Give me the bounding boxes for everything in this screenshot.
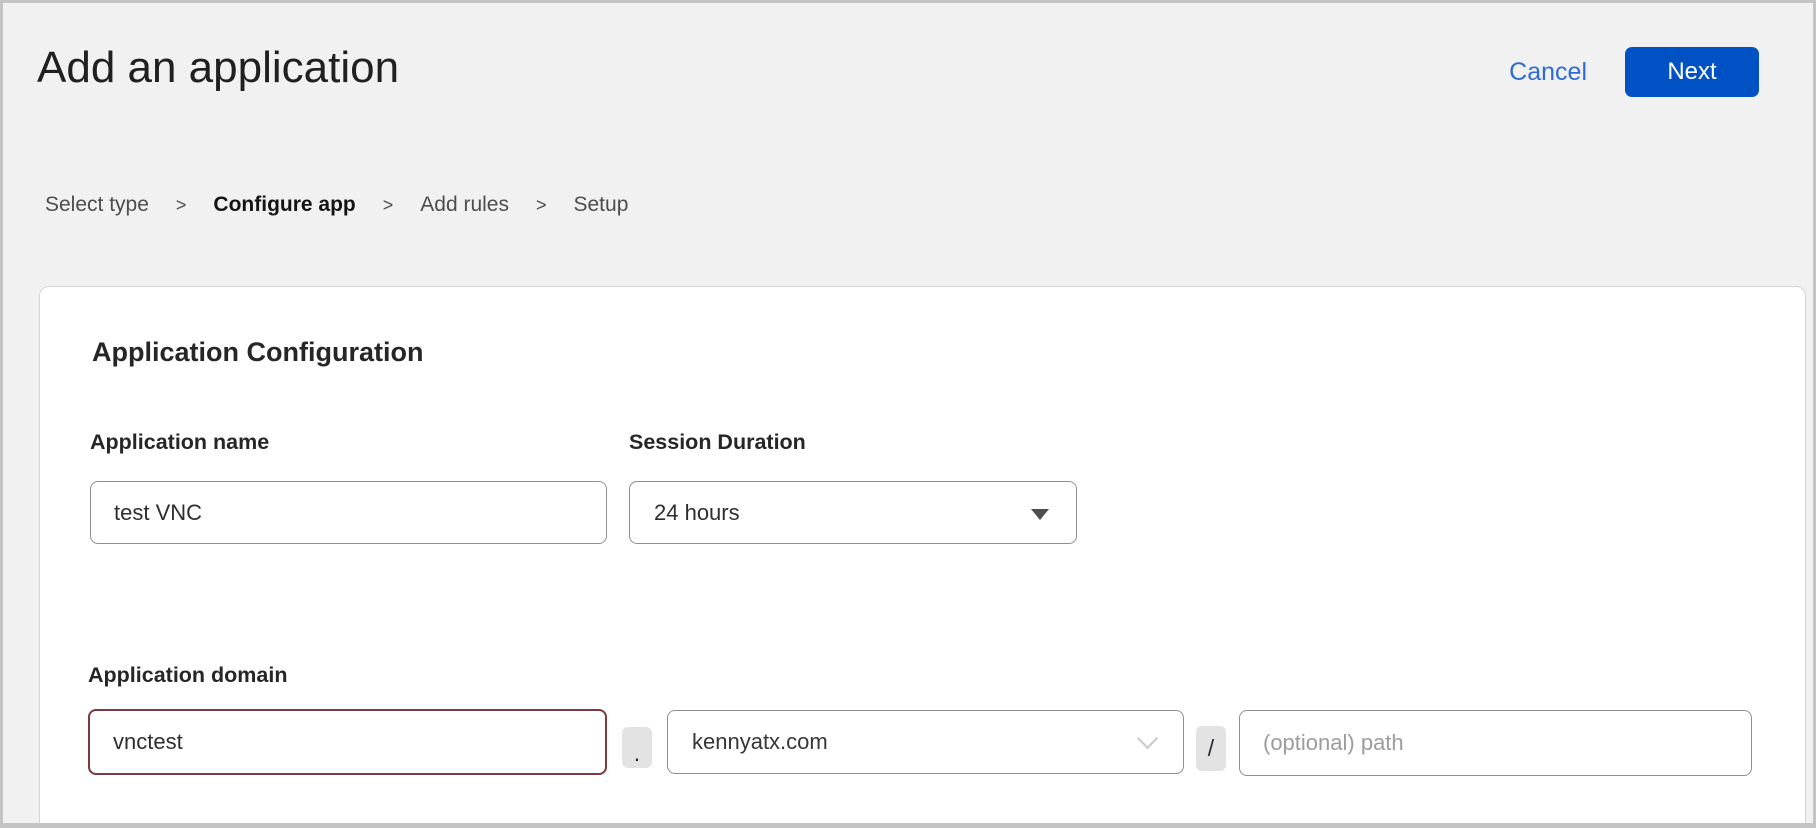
add-application-page: Add an application Cancel Next Select ty… [0,0,1816,828]
page-title: Add an application [37,43,399,93]
header-actions: Cancel Next [1509,47,1759,97]
next-button[interactable]: Next [1625,47,1759,97]
chevron-down-icon [1137,728,1158,749]
cancel-button[interactable]: Cancel [1509,58,1587,87]
domain-select[interactable]: kennyatx.com [667,710,1184,774]
application-name-input[interactable] [90,481,607,544]
breadcrumb: Select type > Configure app > Add rules … [45,193,628,217]
session-duration-select[interactable]: 24 hours [629,481,1077,544]
dot-separator: . [622,727,652,768]
step-configure-app[interactable]: Configure app [213,193,355,217]
application-configuration-card: Application Configuration Application na… [39,286,1806,828]
step-separator-icon: > [383,195,394,216]
step-add-rules[interactable]: Add rules [420,193,509,217]
session-duration-value: 24 hours [654,500,740,526]
slash-separator: / [1196,726,1226,771]
step-select-type[interactable]: Select type [45,193,149,217]
domain-select-value: kennyatx.com [692,729,828,755]
step-separator-icon: > [176,195,187,216]
step-separator-icon: > [536,195,547,216]
dropdown-arrow-icon [1031,509,1049,520]
session-duration-label: Session Duration [629,430,806,455]
step-setup[interactable]: Setup [574,193,629,217]
application-domain-label: Application domain [88,663,287,688]
path-input[interactable] [1239,710,1752,776]
section-title: Application Configuration [92,337,423,368]
application-name-label: Application name [90,430,269,455]
subdomain-input[interactable] [88,709,607,775]
